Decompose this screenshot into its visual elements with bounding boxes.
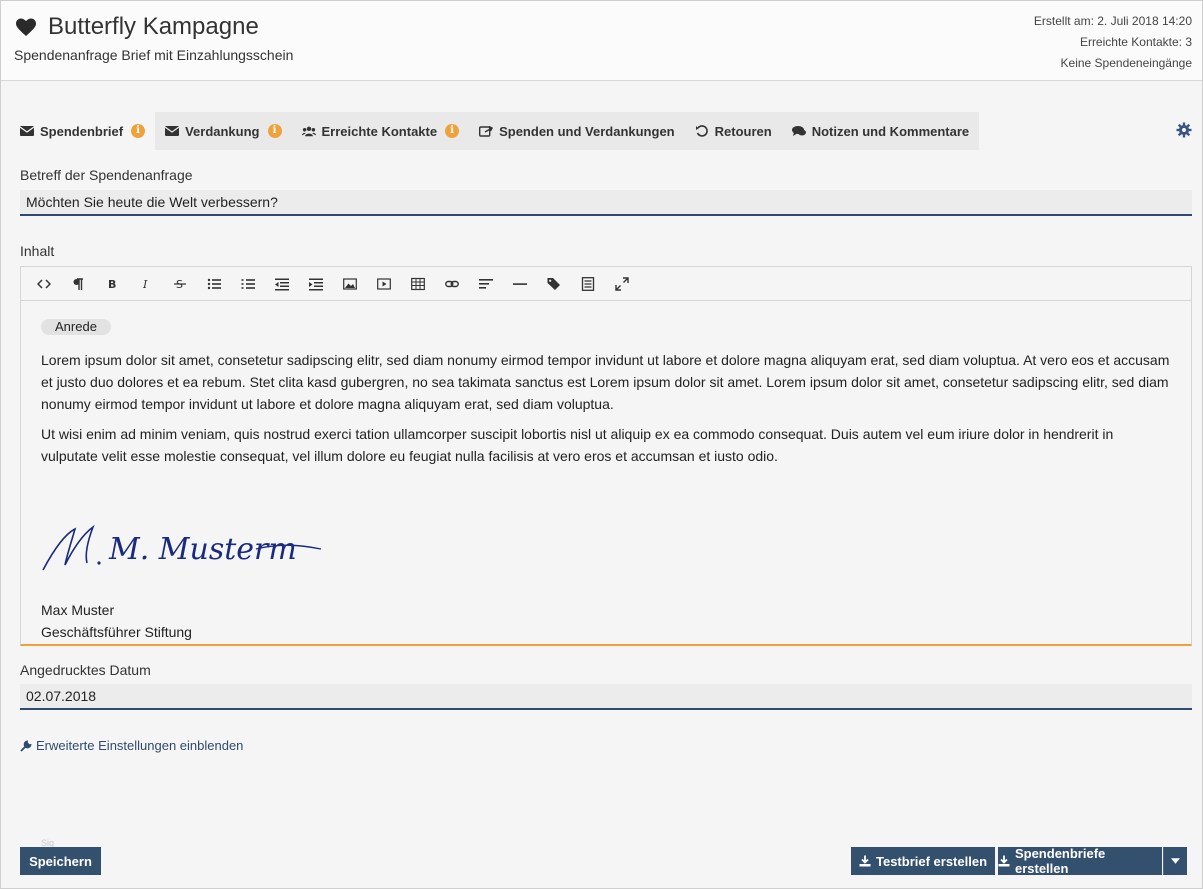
- template-icon[interactable]: [571, 267, 605, 301]
- editor-toolbar: B I S: [21, 267, 1191, 301]
- save-button[interactable]: Speichern: [20, 847, 101, 875]
- svg-text:B: B: [108, 278, 116, 291]
- info-icon: i: [267, 124, 282, 138]
- paragraph-icon[interactable]: [61, 267, 95, 301]
- body-paragraph-2: Ut wisi enim ad minim veniam, quis nostr…: [41, 426, 1114, 464]
- create-letters-label: Spendenbriefe erstellen: [1014, 846, 1106, 876]
- link-icon[interactable]: [435, 267, 469, 301]
- video-icon[interactable]: [367, 267, 401, 301]
- advanced-settings-label: Erweiterte Einstellungen einblenden: [36, 738, 244, 753]
- reached-contacts: Erreichte Kontakte: 3: [1079, 35, 1192, 49]
- horizontal-rule-icon[interactable]: [503, 267, 537, 301]
- unordered-list-icon[interactable]: [197, 267, 231, 301]
- rich-text-editor: B I S Anrede Lorem ipsum dolor sit amet,…: [20, 266, 1192, 646]
- code-icon[interactable]: [27, 267, 61, 301]
- tab-retouren[interactable]: Retouren: [685, 112, 782, 150]
- date-input[interactable]: 02.07.2018: [20, 684, 1192, 710]
- indent-icon[interactable]: [299, 267, 333, 301]
- envelope-icon: [20, 126, 34, 136]
- tab-label: Retouren: [714, 123, 772, 139]
- fullscreen-icon[interactable]: [605, 267, 639, 301]
- signer-role: Geschäftsführer Stiftung: [41, 624, 192, 640]
- campaign-meta: Erstellt am: 2. Juli 2018 14:20 Erreicht…: [1034, 11, 1192, 74]
- caret-down-icon: [1171, 858, 1180, 864]
- date-label: Angedrucktes Datum: [20, 662, 151, 678]
- outdent-icon[interactable]: [265, 267, 299, 301]
- donation-status: Keine Spendeneingänge: [1060, 56, 1192, 70]
- advanced-settings-link[interactable]: Erweiterte Einstellungen einblenden: [20, 738, 243, 753]
- tab-label: Spenden und Verdankungen: [499, 123, 675, 139]
- info-icon: i: [445, 124, 460, 138]
- image-icon[interactable]: [333, 267, 367, 301]
- heart-icon: [16, 18, 36, 36]
- svg-text:I: I: [142, 278, 148, 291]
- signer-name: Max Muster: [41, 602, 115, 618]
- signature-text: M. Musterm: [108, 532, 297, 567]
- test-letter-button[interactable]: Testbrief erstellen: [851, 847, 995, 875]
- tab-notizen-kommentare[interactable]: Notizen und Kommentare: [782, 112, 979, 150]
- wrench-icon: [20, 739, 32, 752]
- tab-label: Erreichte Kontakte: [321, 123, 438, 139]
- download-icon: [859, 855, 871, 867]
- create-letters-dropdown[interactable]: [1163, 847, 1187, 875]
- italic-icon[interactable]: I: [129, 267, 163, 301]
- tab-label: Verdankung: [185, 123, 260, 139]
- test-letter-label: Testbrief erstellen: [875, 853, 988, 869]
- tab-erreichte-kontakte[interactable]: Erreichte Kontakte i: [292, 112, 470, 150]
- tab-label: Spendenbrief: [40, 123, 124, 139]
- subject-label: Betreff der Spendenanfrage: [20, 167, 193, 183]
- info-icon: i: [131, 124, 146, 138]
- page-title: Butterfly Kampagne: [48, 13, 259, 40]
- download-icon: [998, 855, 1010, 867]
- content-label: Inhalt: [20, 243, 55, 259]
- salutation-placeholder[interactable]: Anrede: [41, 319, 111, 335]
- campaign-header: Butterfly Kampagne Spendenanfrage Brief …: [1, 1, 1202, 81]
- created-at: Erstellt am: 2. Juli 2018 14:20: [1033, 14, 1192, 28]
- gear-icon[interactable]: [1176, 122, 1192, 138]
- editor-content[interactable]: Anrede Lorem ipsum dolor sit amet, conse…: [21, 301, 1191, 657]
- table-icon[interactable]: [401, 267, 435, 301]
- align-icon[interactable]: [469, 267, 503, 301]
- ordered-list-icon[interactable]: [231, 267, 265, 301]
- title-row: Butterfly Kampagne: [14, 13, 259, 41]
- app-window: Butterfly Kampagne Spendenanfrage Brief …: [0, 0, 1203, 889]
- create-letters-button[interactable]: Spendenbriefe erstellen: [998, 846, 1162, 876]
- comments-icon: [791, 126, 806, 136]
- body-paragraph-1: Lorem ipsum dolor sit amet, consetetur s…: [41, 352, 1170, 412]
- tags-icon[interactable]: [537, 267, 571, 301]
- tab-label: Notizen und Kommentare: [811, 123, 970, 139]
- subject-input[interactable]: Möchten Sie heute die Welt verbessern?: [20, 190, 1192, 216]
- share-icon: [479, 125, 494, 137]
- tab-spendenbrief[interactable]: Spendenbrief i: [10, 112, 156, 150]
- envelope-icon: [165, 126, 180, 136]
- tab-spenden-verdankungen[interactable]: Spenden und Verdankungen: [469, 112, 685, 150]
- page-subtitle: Spendenanfrage Brief mit Einzahlungssche…: [14, 47, 294, 63]
- signature-image: M. Musterm: [42, 524, 322, 571]
- bold-icon[interactable]: B: [95, 267, 129, 301]
- save-button-label: Speichern: [29, 853, 92, 869]
- tab-bar: Spendenbrief i Verdankung i Erreichte Ko…: [10, 112, 980, 150]
- tab-verdankung[interactable]: Verdankung i: [155, 112, 291, 150]
- undo-icon: [695, 125, 708, 137]
- users-icon: [301, 126, 316, 137]
- strikethrough-icon[interactable]: S: [163, 267, 197, 301]
